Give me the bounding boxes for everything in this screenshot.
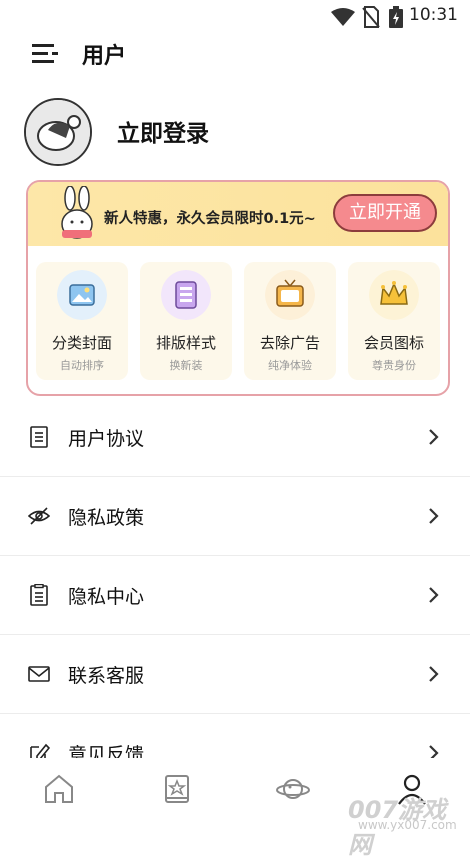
tv-ad-icon — [265, 270, 315, 320]
login-link[interactable]: 立即登录 — [117, 114, 209, 148]
vip-promo-text: 新人特惠，永久会员限时0.1元~ — [104, 211, 316, 227]
feature-vip-icon[interactable]: 会员图标 尊贵身份 — [348, 262, 440, 380]
chevron-right-icon — [429, 587, 439, 603]
home-icon[interactable] — [42, 772, 76, 806]
document-icon — [30, 426, 48, 448]
battery-charging-icon — [389, 6, 403, 28]
clipboard-icon — [30, 584, 48, 606]
menu-item-label: 联系客服 — [68, 665, 145, 687]
wifi-icon — [331, 8, 355, 26]
feature-category-cover[interactable]: 分类封面 自动排序 — [36, 262, 128, 380]
feature-title: 会员图标 — [363, 334, 424, 352]
feature-subtitle: 尊贵身份 — [372, 359, 416, 372]
menu-item-privacy-center[interactable]: 隐私中心 — [0, 556, 470, 635]
eye-off-icon — [28, 507, 50, 525]
feature-subtitle: 自动排序 — [60, 359, 104, 372]
vip-banner: 新人特惠，永久会员限时0.1元~ 立即开通 — [28, 182, 448, 246]
feature-subtitle: 换新装 — [169, 359, 203, 372]
avatar[interactable] — [24, 98, 92, 166]
no-sim-icon — [362, 6, 380, 28]
avatar-image-icon — [26, 100, 90, 164]
vip-features: 分类封面 自动排序 排版样式 换新装 去除广告 纯净体验 会员图标 尊贵身份 — [36, 262, 442, 382]
menu-item-user-agreement[interactable]: 用户协议 — [0, 398, 470, 477]
feature-title: 分类封面 — [51, 334, 112, 352]
vip-card: 新人特惠，永久会员限时0.1元~ 立即开通 分类封面 自动排序 排版样式 换新装… — [26, 180, 450, 396]
feature-title: 排版样式 — [155, 334, 216, 352]
menu-icon[interactable] — [32, 42, 58, 64]
rabbit-mascot-icon — [61, 186, 93, 239]
image-icon — [57, 270, 107, 320]
feature-layout-style[interactable]: 排版样式 换新装 — [140, 262, 232, 380]
watermark-url: www.yx007.com — [358, 818, 457, 832]
menu-item-privacy-policy[interactable]: 隐私政策 — [0, 477, 470, 556]
page-title: 用户 — [82, 44, 127, 69]
feature-remove-ads[interactable]: 去除广告 纯净体验 — [244, 262, 336, 380]
chevron-right-icon — [429, 429, 439, 445]
feature-subtitle: 纯净体验 — [268, 359, 312, 372]
menu-item-label: 用户协议 — [68, 428, 145, 450]
status-time: 10:31 — [409, 5, 458, 25]
bookshelf-icon[interactable] — [160, 772, 194, 806]
planet-icon[interactable] — [276, 772, 310, 806]
menu-item-contact-support[interactable]: 联系客服 — [0, 635, 470, 714]
mail-icon — [28, 666, 50, 682]
menu-item-label: 隐私政策 — [68, 507, 145, 529]
status-bar: 10:31 — [0, 0, 470, 32]
chevron-right-icon — [429, 508, 439, 524]
open-vip-button[interactable]: 立即开通 — [333, 194, 437, 232]
app-bar: 用户 — [0, 32, 470, 76]
layout-icon — [161, 270, 211, 320]
crown-icon — [369, 270, 419, 320]
menu-item-label: 隐私中心 — [68, 586, 145, 608]
chevron-right-icon — [429, 666, 439, 682]
feature-title: 去除广告 — [259, 334, 320, 352]
